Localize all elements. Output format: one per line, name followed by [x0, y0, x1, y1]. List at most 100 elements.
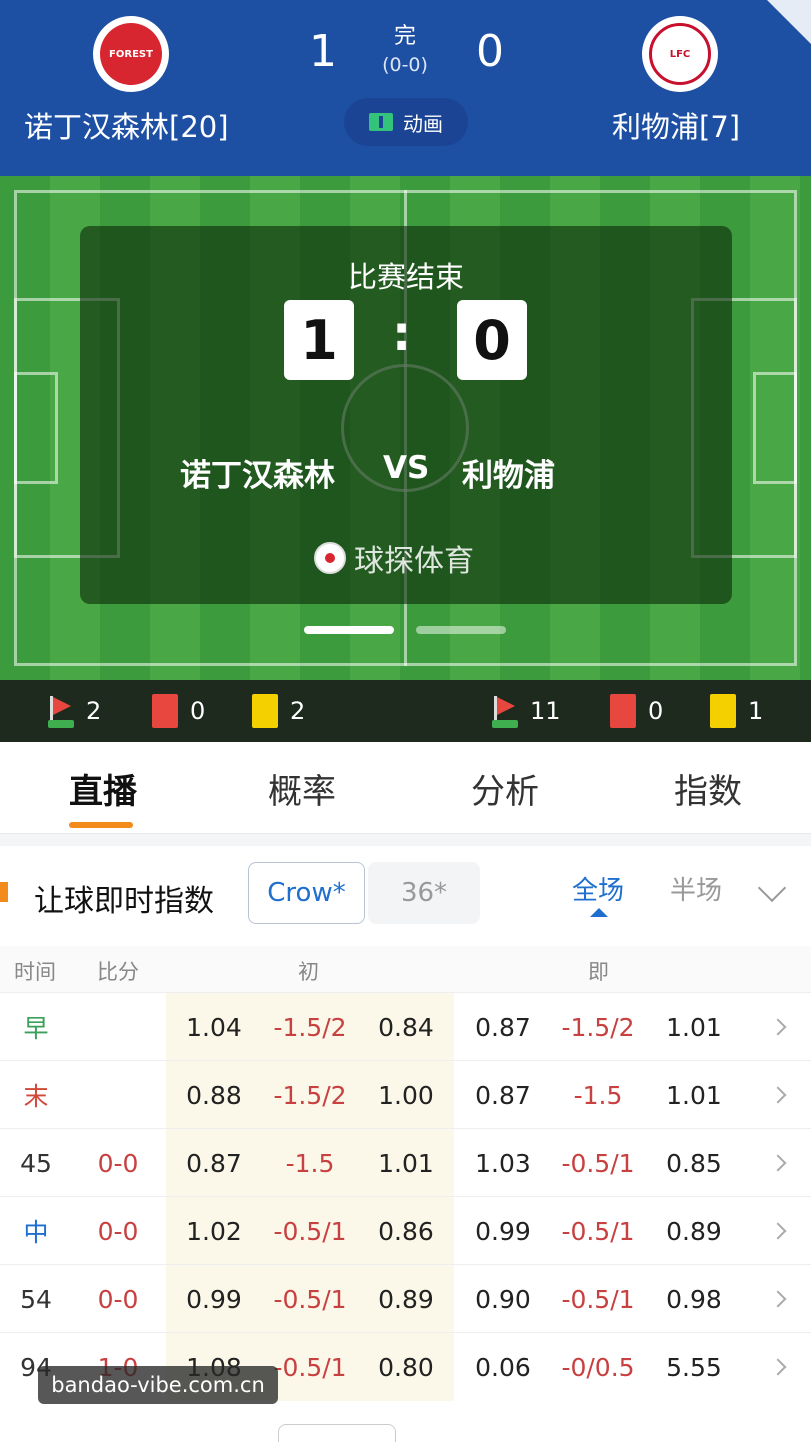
initial-handicap: -1.5	[262, 1129, 358, 1197]
chevron-right-icon[interactable]	[744, 1061, 811, 1129]
chevron-right-icon[interactable]	[744, 1265, 811, 1333]
away-team-name[interactable]: 利物浦[7]	[612, 104, 740, 146]
pitch-icon	[369, 113, 393, 131]
header-score: 比分	[97, 960, 139, 984]
home-yellow-count: 2	[290, 697, 306, 725]
yellow-card-icon	[710, 694, 736, 728]
yellow-card-icon	[252, 694, 278, 728]
chevron-right-icon[interactable]	[744, 1333, 811, 1401]
header-time: 时间	[14, 960, 56, 984]
initial-home-odds: 0.88	[166, 1061, 262, 1129]
section-title: 让球即时指数	[34, 884, 214, 919]
live-home-odds: 0.99	[475, 1216, 531, 1246]
section-marker	[0, 882, 8, 902]
home-red-count: 0	[190, 697, 206, 725]
match-stats-bar: 2 0 2 11 0 1	[0, 680, 811, 742]
carousel-indicator-active[interactable]	[304, 626, 394, 634]
home-score: 1	[309, 26, 337, 77]
chevron-right-icon[interactable]	[744, 1197, 811, 1265]
row-time: 中	[23, 1218, 49, 1247]
tab-odds[interactable]: 指数	[674, 764, 742, 813]
home-yellow-cards: 2	[252, 680, 305, 742]
brand-logo-icon	[314, 542, 346, 574]
initial-home-odds: 1.02	[166, 1197, 262, 1265]
away-team-logo[interactable]: LFC	[642, 16, 718, 92]
live-away-odds: 0.98	[666, 1284, 722, 1314]
home-team-logo[interactable]: FOREST	[93, 16, 169, 92]
row-score: 0-0	[97, 1284, 139, 1314]
overlay-vs: VS	[383, 450, 430, 486]
home-logo-badge: FOREST	[100, 23, 162, 85]
chevron-down-icon[interactable]	[757, 873, 787, 903]
corner-flag-icon	[492, 694, 518, 728]
home-corners: 2	[48, 680, 101, 742]
row-score	[72, 1061, 164, 1129]
away-red-count: 0	[648, 697, 664, 725]
tab-live[interactable]: 直播	[69, 764, 137, 813]
animation-button[interactable]: 动画	[344, 98, 468, 146]
company-36-button[interactable]: 36*	[368, 862, 480, 924]
live-away-odds: 5.55	[666, 1352, 722, 1382]
half-time-score: (0-0)	[382, 54, 428, 76]
live-away-odds: 1.01	[666, 1012, 722, 1042]
row-score: 0-0	[97, 1148, 139, 1178]
tab-probability[interactable]: 概率	[268, 764, 336, 813]
next-section-button[interactable]	[278, 1424, 396, 1442]
row-time: 45	[20, 1148, 52, 1178]
live-away-odds: 1.01	[666, 1080, 722, 1110]
home-logo-text: FOREST	[109, 48, 153, 60]
chevron-right-icon[interactable]	[744, 1129, 811, 1197]
table-row[interactable]: 45 0-0 0.87 -1.5 1.01 1.03 -0.5/1 0.85	[0, 1128, 811, 1197]
away-goal-box	[753, 372, 797, 484]
initial-handicap: -1.5/2	[262, 1061, 358, 1129]
table-row[interactable]: 中 0-0 1.02 -0.5/1 0.86 0.99 -0.5/1 0.89	[0, 1196, 811, 1265]
chevron-right-icon[interactable]	[744, 993, 811, 1061]
main-tabs: 直播 概率 分析 指数	[0, 742, 811, 834]
scope-full-match[interactable]: 全场	[572, 870, 624, 907]
brand-watermark: 球探体育	[314, 536, 474, 580]
score-separator: :	[392, 306, 412, 362]
brand-label: 球探体育	[354, 544, 474, 579]
row-time: 54	[20, 1284, 52, 1314]
initial-handicap: -0.5/1	[262, 1265, 358, 1333]
red-card-icon	[610, 694, 636, 728]
table-row[interactable]: 末 0.88 -1.5/2 1.00 0.87 -1.5 1.01	[0, 1060, 811, 1129]
home-team-name[interactable]: 诺丁汉森林[20]	[24, 104, 229, 146]
live-handicap: -0.5/1	[561, 1148, 635, 1178]
header-initial: 初	[298, 960, 319, 984]
initial-handicap: -1.5/2	[262, 993, 358, 1061]
header-live: 即	[588, 960, 609, 984]
initial-home-odds: 0.87	[166, 1129, 262, 1197]
away-yellow-cards: 1	[710, 680, 763, 742]
initial-handicap: -0.5/1	[262, 1197, 358, 1265]
initial-away-odds: 0.89	[358, 1265, 454, 1333]
live-handicap: -1.5	[573, 1080, 623, 1110]
live-home-odds: 0.06	[475, 1352, 531, 1382]
away-yellow-count: 1	[748, 697, 764, 725]
match-status: 完	[393, 24, 416, 49]
live-handicap: -0.5/1	[561, 1284, 635, 1314]
initial-home-odds: 1.04	[166, 993, 262, 1061]
home-red-cards: 0	[152, 680, 205, 742]
result-title: 比赛结束	[347, 260, 464, 294]
scope-half-match[interactable]: 半场	[663, 870, 729, 907]
company-crow-button[interactable]: Crow*	[248, 862, 365, 924]
home-goal-box	[14, 372, 58, 484]
live-handicap: -0/0.5	[561, 1352, 635, 1382]
initial-away-odds: 1.01	[358, 1129, 454, 1197]
handicap-odds-section: 让球即时指数 Crow* 36* 全场 半场 时间 比分 初 即 早 1.04 …	[0, 846, 811, 1442]
pitch-panel[interactable]: 比赛结束 1 : 0 诺丁汉森林 VS 利物浦 球探体育	[0, 176, 811, 680]
live-handicap: -1.5/2	[561, 1012, 635, 1042]
site-watermark: bandao-vibe.com.cn	[38, 1366, 278, 1404]
table-row[interactable]: 早 1.04 -1.5/2 0.84 0.87 -1.5/2 1.01	[0, 992, 811, 1061]
live-home-odds: 1.03	[475, 1148, 531, 1178]
carousel-indicator[interactable]	[416, 626, 506, 634]
overlay-home-name: 诺丁汉森林	[180, 458, 335, 494]
active-tab-underline	[69, 822, 133, 828]
scope-selected-indicator	[590, 908, 608, 917]
corner-star-icon[interactable]	[767, 0, 811, 44]
overlay-away-score: 0	[457, 300, 527, 380]
away-corners: 11	[492, 680, 561, 742]
table-row[interactable]: 54 0-0 0.99 -0.5/1 0.89 0.90 -0.5/1 0.98	[0, 1264, 811, 1333]
tab-analysis[interactable]: 分析	[471, 764, 539, 813]
